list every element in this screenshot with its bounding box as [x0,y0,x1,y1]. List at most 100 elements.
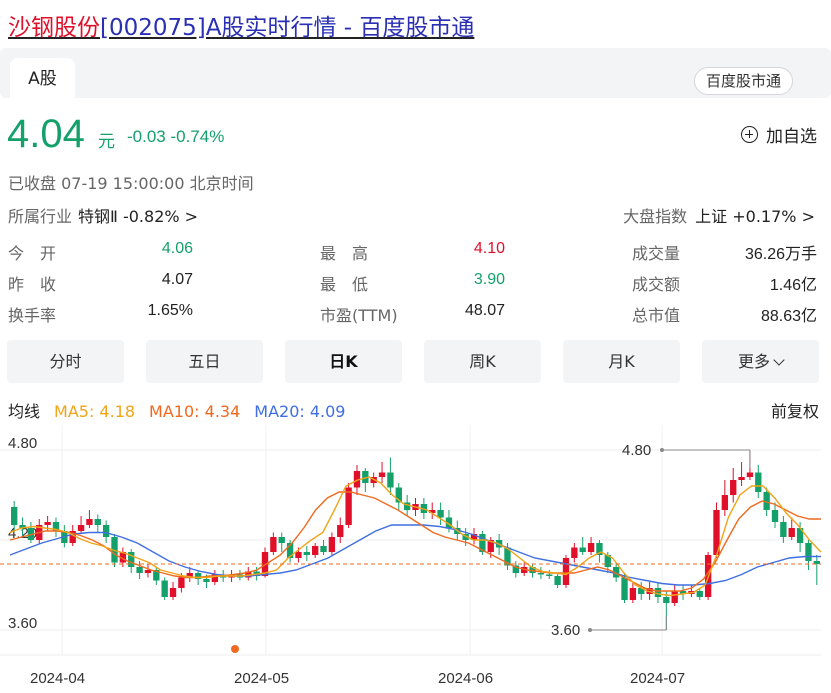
x-tick-label: 2024-04 [30,670,85,687]
turnover-value: 1.65% [147,302,193,319]
candle-body [144,570,152,573]
ma-legend: 均线 MA5: 4.18 MA10: 4.34 MA20: 4.09 [8,398,359,422]
candle-body [345,487,352,525]
candle-body [86,519,93,525]
candle-body [663,597,670,603]
candle-body [303,552,310,555]
candle-body [337,525,344,537]
adjust-mode[interactable]: 前复权 [771,398,819,422]
candle-body [295,552,302,558]
candle-body [554,576,561,585]
volume-value: 36.26万手 [744,246,817,263]
min-price-label: 3.60 [551,622,580,639]
candle-body [178,577,185,588]
tab-a-share[interactable]: A股 [10,58,75,100]
index-label: 大盘指数 [623,207,688,226]
industry-value: 特钢Ⅱ -0.82% > [78,207,199,226]
amount-value: 1.46亿 [769,277,817,294]
index-value: 上证 +0.17% > [695,207,815,226]
market-cap-value: 88.63亿 [760,308,817,325]
kline-chart[interactable]: 4.804.203.602024-04 2024-05 2024-06 2024-07… [0,425,831,693]
candle-body [746,472,754,477]
open-value: 4.06 [161,240,193,257]
candle-body [587,543,595,552]
tab-weekly-k[interactable]: 周K [424,340,541,383]
candle-body [169,588,177,597]
high-label: 最 高 [320,244,369,263]
candle-body [805,543,812,561]
current-price: 4.04 [7,112,85,156]
x-tick-label: 2024-06 [438,670,493,687]
ma10-legend: MA10: 4.34 [149,402,241,421]
candle-body [378,472,386,477]
page-title[interactable]: 沙钢股份[002075]A股实时行情 - 百度股市通 [8,8,474,42]
x-tick-label: 2024-05 [234,670,289,687]
price-change: -0.03 -0.74% [127,127,225,146]
tab-monthly-k[interactable]: 月K [563,340,680,383]
market-cap-label: 总市值 [632,306,681,325]
candle-body [102,525,110,537]
candle-body [671,591,678,603]
candle-body [11,507,18,525]
add-watchlist-label: 加自选 [766,127,817,147]
candle-body [77,525,85,531]
candle-body [387,472,394,488]
plus-circle-icon [741,126,758,143]
open-label: 今 开 [8,244,57,263]
candle-body [94,519,101,525]
max-price-label: 4.80 [622,442,651,459]
candle-body [738,477,745,480]
candle-body [571,547,578,558]
candle-body [621,577,628,600]
high-value: 4.10 [473,240,505,257]
tab-intraday[interactable]: 分时 [7,340,124,383]
tab-more[interactable]: 更多 [702,340,819,383]
candle-body [437,510,444,518]
chevron-down-icon [773,354,785,366]
market-status: 已收盘 07-19 15:00:00 北京时间 [8,174,254,193]
ma20-legend: MA20: 4.09 [254,402,346,421]
candle-body [546,574,553,576]
candle-body [771,510,779,522]
industry-link[interactable]: 所属行业 特钢Ⅱ -0.82% > [8,203,198,227]
low-value: 3.90 [473,271,505,288]
index-link[interactable]: 大盘指数 上证 +0.17% > [623,203,815,227]
amount-label: 成交额 [632,275,681,294]
low-label: 最 低 [320,275,369,294]
pe-label: 市盈(TTM) [320,306,398,325]
y-tick-label: 4.80 [8,435,37,452]
candle-body [629,588,637,600]
candle-body [562,558,570,585]
turnover-label: 换手率 [8,306,57,325]
x-tick-label: 2024-07 [630,670,685,687]
prev-close-label: 昨 收 [8,275,57,294]
max-annotation-dot [660,448,664,452]
ma5-legend: MA5: 4.18 [54,402,136,421]
candle-body [537,573,545,575]
price-unit: 元 [98,132,115,152]
add-watchlist-button[interactable]: 加自选 [741,122,817,147]
candle-body [788,528,795,537]
candle-body [696,591,703,597]
candle-body [161,580,168,597]
min-annotation-dot [588,628,592,632]
industry-label: 所属行业 [8,207,73,226]
tab-five-day[interactable]: 五日 [146,340,263,383]
candle-body [730,480,737,495]
pe-value: 48.07 [464,302,505,319]
title-rest[interactable]: [002075]A股实时行情 - 百度股市通 [100,15,474,41]
candle-body [311,546,319,555]
candle-body [320,546,327,552]
candle-body [203,579,210,582]
tab-more-label: 更多 [737,352,770,371]
brand-button[interactable]: 百度股市通 [693,67,793,95]
stock-name-link[interactable]: 沙钢股份 [8,15,100,41]
candle-body [328,537,336,552]
tab-daily-k[interactable]: 日K [285,340,402,383]
candle-body [579,547,586,552]
candle-body [278,537,285,543]
y-tick-label: 3.60 [8,615,37,632]
candle-body [270,537,277,552]
ma-label: 均线 [8,402,41,421]
candle-body [44,522,51,525]
